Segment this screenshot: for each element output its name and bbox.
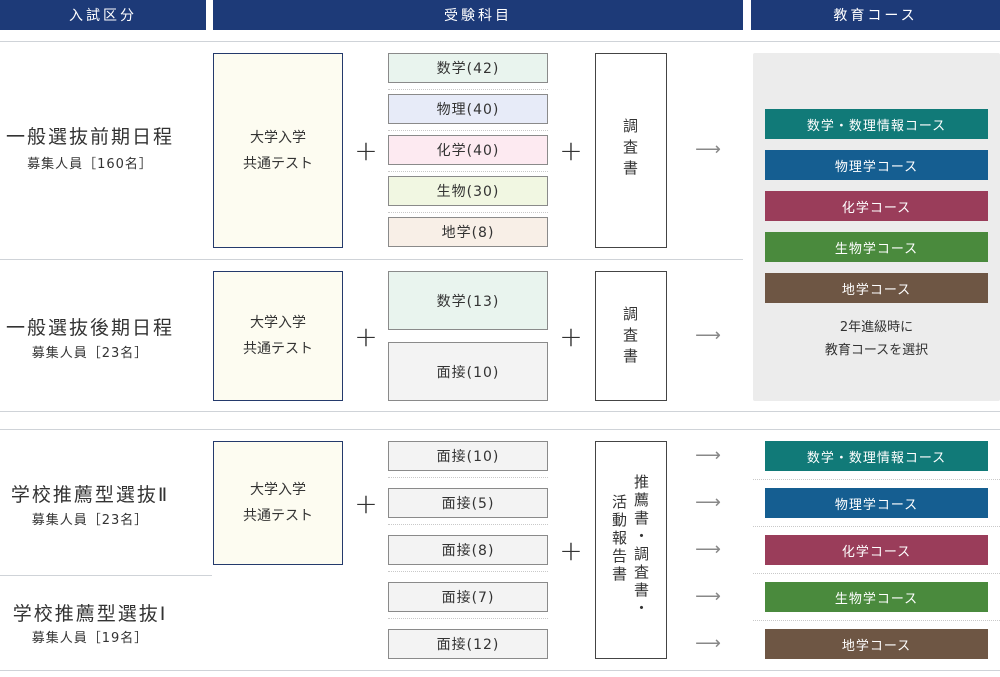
dotted-separator <box>388 477 548 478</box>
course-physics: 物理学コース <box>765 488 988 518</box>
course-chemistry: 化学コース <box>765 535 988 565</box>
subject-box-interview: 面接(7) <box>388 582 548 612</box>
category-title-recommendation-1: 学校推薦型選抜Ⅰ <box>12 603 168 625</box>
common-test-box: 大学入学 共通テスト <box>213 441 343 565</box>
plus-icon: + <box>354 487 378 520</box>
category-quota-general-early: 募集人員［160名］ <box>27 157 153 172</box>
arrow-icon: ⟶ <box>695 139 721 160</box>
course-biology: 生物学コース <box>765 582 988 612</box>
subject-box-interview: 面接(10) <box>388 441 548 471</box>
dotted-separator <box>388 89 548 90</box>
subject-box-biology: 生物(30) <box>388 176 548 206</box>
dotted-separator <box>753 526 1000 527</box>
subject-box-math: 数学(42) <box>388 53 548 83</box>
dotted-separator <box>753 573 1000 574</box>
plus-icon: + <box>354 134 378 167</box>
document-label: 調査書 <box>621 306 639 369</box>
dotted-separator <box>388 212 548 213</box>
divider-school-mid <box>0 575 212 576</box>
course-earth-science: 地学コース <box>765 273 988 303</box>
arrow-icon: ⟶ <box>695 633 721 654</box>
subject-box-interview: 面接(5) <box>388 488 548 518</box>
course-chemistry: 化学コース <box>765 191 988 221</box>
arrow-icon: ⟶ <box>695 325 721 346</box>
course-selection-note: 2年進級時に 教育コースを選択 <box>824 320 929 358</box>
header-category: 入試区分 <box>0 0 206 30</box>
subject-box-interview: 面接(8) <box>388 535 548 565</box>
divider-bottom <box>0 670 1000 671</box>
course-math-informatics: 数学・数理情報コース <box>765 441 988 471</box>
dotted-separator <box>388 130 548 131</box>
header-course: 教育コース <box>751 0 1000 30</box>
divider-section-end <box>0 411 1000 412</box>
course-biology: 生物学コース <box>765 232 988 262</box>
divider-general-mid <box>0 259 743 260</box>
category-title-general-late: 一般選抜後期日程 <box>5 317 174 339</box>
course-earth-science: 地学コース <box>765 629 988 659</box>
category-title-recommendation-2: 学校推薦型選抜Ⅱ <box>10 484 170 506</box>
arrow-icon: ⟶ <box>695 492 721 513</box>
document-box-transcript: 調査書 <box>595 271 667 401</box>
arrow-icon: ⟶ <box>695 445 721 466</box>
plus-icon: + <box>354 320 378 353</box>
document-box-transcript: 調査書 <box>595 53 667 248</box>
course-physics: 物理学コース <box>765 150 988 180</box>
document-label-col2: 活動報告書 <box>610 494 628 584</box>
header-subjects: 受験科目 <box>213 0 743 30</box>
subject-box-math: 数学(13) <box>388 271 548 330</box>
dotted-separator <box>753 479 1000 480</box>
dotted-separator <box>388 571 548 572</box>
arrow-icon: ⟶ <box>695 539 721 560</box>
document-label-col1: 推薦書・調査書・ <box>632 474 650 618</box>
course-math-informatics: 数学・数理情報コース <box>765 109 988 139</box>
category-quota-recommendation-2: 募集人員［23名］ <box>31 513 149 528</box>
dotted-separator <box>388 618 548 619</box>
plus-icon: + <box>559 134 583 167</box>
dotted-separator <box>753 620 1000 621</box>
plus-icon: + <box>559 534 583 567</box>
category-quota-recommendation-1: 募集人員［19名］ <box>31 631 149 646</box>
arrow-icon: ⟶ <box>695 586 721 607</box>
category-title-general-early: 一般選抜前期日程 <box>5 126 174 148</box>
subject-box-chemistry: 化学(40) <box>388 135 548 165</box>
plus-icon: + <box>559 320 583 353</box>
common-test-box: 大学入学 共通テスト <box>213 53 343 248</box>
divider-section-start <box>0 429 1000 430</box>
document-label: 調査書 <box>621 118 639 181</box>
subject-box-interview: 面接(10) <box>388 342 548 401</box>
divider-top <box>0 41 1000 42</box>
subject-box-earth-science: 地学(8) <box>388 217 548 247</box>
category-quota-general-late: 募集人員［23名］ <box>31 346 149 361</box>
dotted-separator <box>388 524 548 525</box>
subject-box-physics: 物理(40) <box>388 94 548 124</box>
subject-box-interview: 面接(12) <box>388 629 548 659</box>
dotted-separator <box>388 171 548 172</box>
document-box-recommendation: 推薦書・調査書・ 活動報告書 <box>595 441 667 659</box>
common-test-box: 大学入学 共通テスト <box>213 271 343 401</box>
